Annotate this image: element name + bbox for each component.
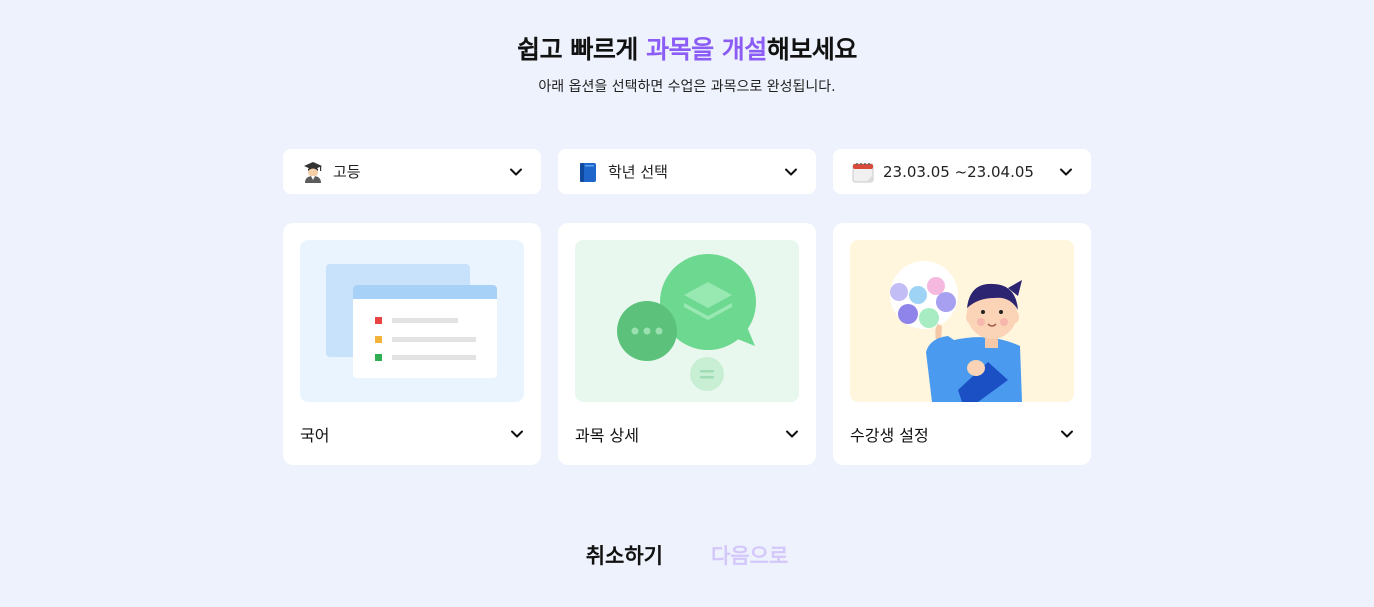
chevron-down-icon <box>1060 168 1072 175</box>
chevron-down-icon <box>1061 430 1073 438</box>
grade-select-label: 학년 선택 <box>608 163 668 181</box>
student-emoji-icon <box>301 160 325 184</box>
chevron-down-icon <box>785 168 797 175</box>
next-button[interactable]: 다음으로 <box>711 540 788 570</box>
student-settings-label: 수강생 설정 <box>850 426 929 445</box>
chevron-down-icon <box>786 430 798 438</box>
page-subtitle: 아래 옵션을 선택하면 수업은 과목으로 완성됩니다. <box>538 79 836 95</box>
school-level-select[interactable]: 고등 <box>283 149 541 194</box>
subject-card-label: 국어 <box>300 426 330 445</box>
title-suffix: 해보세요 <box>766 35 858 64</box>
option-selects: 고등 학년 선택 23.03.05 ~23.04.05 <box>283 149 1091 194</box>
page-header: 쉽고 빠르게 과목을 개설해보세요 아래 옵션을 선택하면 수업은 과목으로 완… <box>0 30 1374 96</box>
subject-card[interactable]: 국어 <box>283 223 541 465</box>
page-title: 쉽고 빠르게 과목을 개설해보세요 <box>0 30 1374 70</box>
student-thinking-illustration <box>850 240 1074 402</box>
date-range-label: 23.03.05 ~23.04.05 <box>883 162 1034 181</box>
book-emoji-icon <box>576 160 600 184</box>
chat-bubbles-illustration <box>575 240 799 402</box>
date-range-select[interactable]: 23.03.05 ~23.04.05 <box>833 149 1091 194</box>
list-window-illustration <box>300 240 524 402</box>
grade-select[interactable]: 학년 선택 <box>558 149 816 194</box>
course-detail-label: 과목 상세 <box>575 426 639 445</box>
cancel-button[interactable]: 취소하기 <box>586 540 663 570</box>
school-level-label: 고등 <box>333 163 361 181</box>
title-accent: 과목을 개설 <box>646 35 767 64</box>
course-detail-card[interactable]: 과목 상세 <box>558 223 816 465</box>
student-settings-card[interactable]: 수강생 설정 <box>833 223 1091 465</box>
chevron-down-icon <box>510 168 522 175</box>
action-bar: 취소하기 다음으로 <box>0 540 1374 570</box>
title-prefix: 쉽고 빠르게 <box>517 35 647 64</box>
calendar-emoji-icon <box>851 160 875 184</box>
chevron-down-icon <box>511 430 523 438</box>
option-cards: 국어 과목 상세 수강생 설정 <box>283 223 1091 465</box>
